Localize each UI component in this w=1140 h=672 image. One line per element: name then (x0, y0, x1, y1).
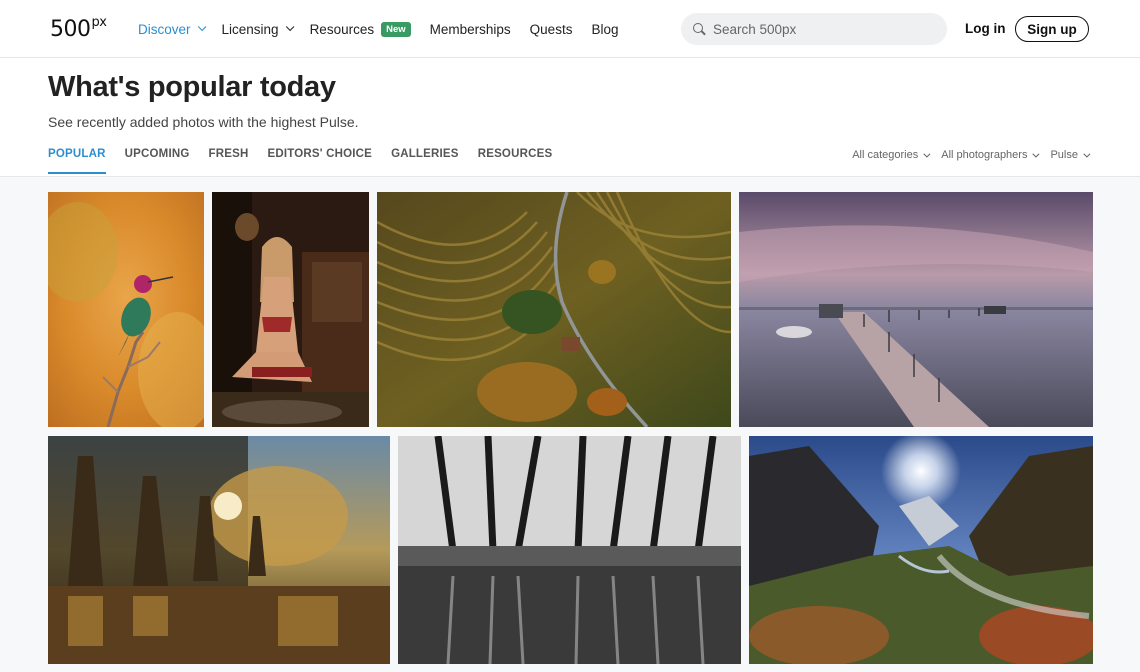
tab-galleries[interactable]: GALLERIES (391, 148, 459, 174)
logo-sup: px (91, 15, 107, 30)
page-subtitle: See recently added photos with the highe… (48, 114, 359, 130)
nav-licensing[interactable]: Licensing (221, 21, 294, 37)
search-bar[interactable] (681, 13, 947, 45)
signup-button[interactable]: Sign up (1015, 16, 1089, 42)
500px-logo[interactable]: 500 px (50, 15, 107, 42)
main-nav: Discover Licensing Resources New Members… (138, 0, 637, 58)
search-icon (693, 22, 706, 36)
photo-cypress-swamp-image (48, 436, 390, 664)
photo-portrait[interactable] (212, 192, 369, 427)
tab-editors-choice[interactable]: EDITORS' CHOICE (267, 148, 372, 174)
photo-bw-forest[interactable] (398, 436, 741, 664)
photo-bw-forest-image (398, 436, 741, 664)
photo-mountain-valley-image (749, 436, 1093, 664)
nav-blog-label: Blog (591, 21, 619, 37)
photo-hummingbird[interactable] (48, 192, 204, 427)
search-input[interactable] (713, 21, 933, 37)
nav-quests[interactable]: Quests (530, 22, 573, 37)
nav-memberships[interactable]: Memberships (430, 22, 511, 37)
photo-hummingbird-image (48, 192, 204, 427)
sort-filter[interactable]: Pulse (1050, 149, 1091, 161)
top-navigation-bar: 500 px Discover Licensing Resources New M… (0, 0, 1140, 58)
tab-upcoming[interactable]: UPCOMING (125, 148, 190, 174)
photo-portrait-image (212, 192, 369, 427)
nav-resources-label: Resources (309, 21, 375, 37)
nav-licensing-label: Licensing (221, 21, 279, 37)
photographer-filter[interactable]: All photographers (941, 149, 1040, 161)
photo-aerial-fields[interactable] (377, 192, 731, 427)
chevron-down-icon (197, 22, 206, 32)
tab-popular[interactable]: POPULAR (48, 148, 106, 174)
logo-main: 500 (50, 17, 91, 42)
chevron-down-icon (923, 150, 931, 158)
sort-filter-label: Pulse (1050, 149, 1078, 161)
login-link[interactable]: Log in (965, 21, 1006, 36)
nav-blog[interactable]: Blog (591, 22, 618, 37)
photo-pier-image (739, 192, 1093, 427)
nav-quests-label: Quests (529, 21, 573, 37)
feed-tabs: POPULAR UPCOMING FRESH EDITORS' CHOICE G… (48, 148, 571, 174)
chevron-down-icon (1032, 150, 1040, 158)
category-filter-label: All categories (852, 149, 919, 161)
photo-aerial-fields-image (377, 192, 731, 427)
photo-mountain-valley[interactable] (749, 436, 1093, 664)
photo-cypress-swamp[interactable] (48, 436, 390, 664)
nav-memberships-label: Memberships (429, 21, 511, 37)
tab-resources[interactable]: RESOURCES (478, 148, 553, 174)
photographer-filter-label: All photographers (941, 149, 1028, 161)
nav-discover-label: Discover (138, 21, 191, 37)
nav-resources[interactable]: Resources New (309, 21, 411, 37)
tab-fresh[interactable]: FRESH (209, 148, 249, 174)
page-title: What's popular today (48, 71, 336, 103)
photo-pier[interactable] (739, 192, 1093, 427)
chevron-down-icon (285, 22, 294, 32)
filter-bar: All categories All photographers Pulse (839, 149, 1091, 161)
category-filter[interactable]: All categories (852, 149, 931, 161)
page-header: What's popular today See recently added … (0, 58, 1140, 177)
chevron-down-icon (1083, 150, 1091, 158)
new-badge: New (381, 21, 411, 37)
nav-discover[interactable]: Discover (138, 21, 206, 37)
